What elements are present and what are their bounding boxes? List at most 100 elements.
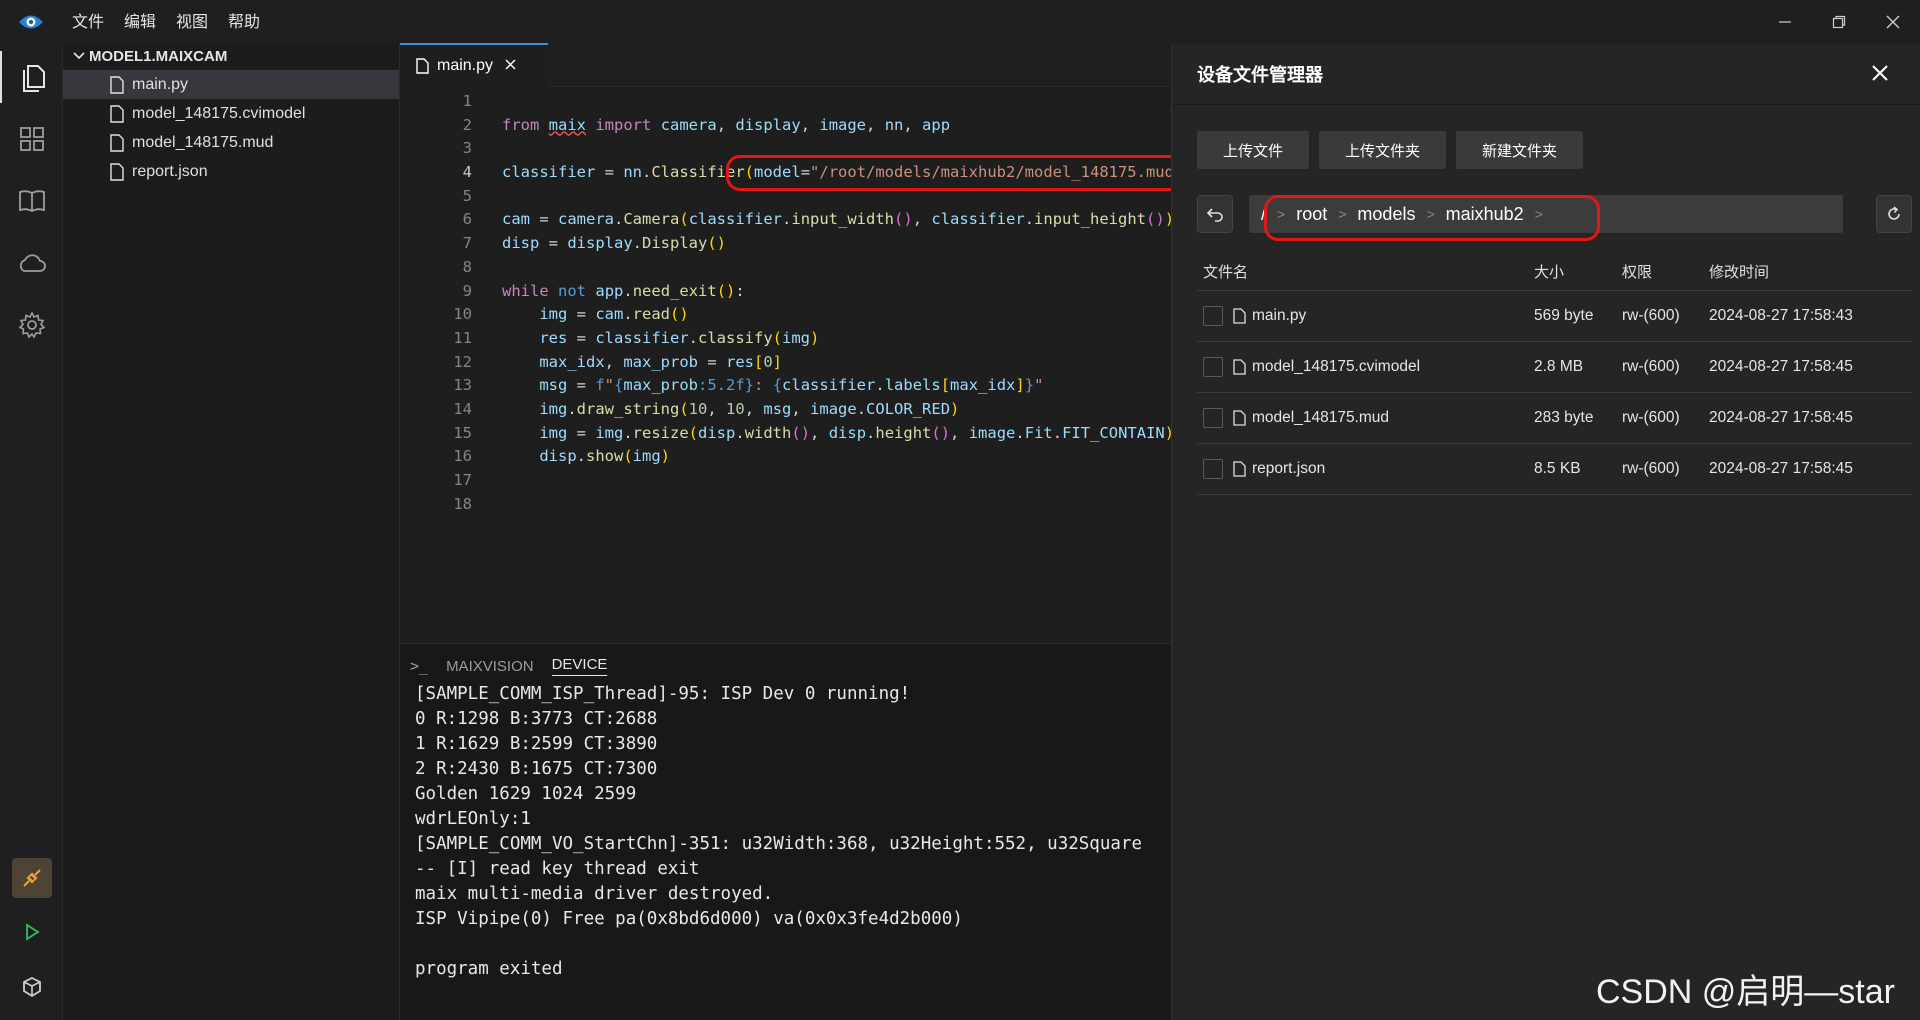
code-area[interactable]: 1 2 from maix import camera, display, ima… — [400, 87, 1171, 516]
title-bar: 文件 编辑 视图 帮助 — [0, 0, 1920, 43]
new-folder-button[interactable]: 新建文件夹 — [1456, 131, 1584, 169]
code-text: msg = f"{max_prob:5.2f}: {classifier.lab… — [539, 376, 1044, 395]
plug-connected-icon — [11, 858, 52, 898]
cloud-icon[interactable] — [0, 237, 63, 289]
file-icon — [1233, 410, 1246, 426]
book-icon[interactable] — [0, 175, 63, 227]
output-line: maix multi-media driver destroyed. — [415, 884, 774, 904]
refresh-icon[interactable] — [1876, 195, 1912, 233]
code-text: from maix import camera, display, image,… — [502, 115, 951, 134]
path-navigation: / > root > models > maixhub2 > — [1197, 195, 1912, 233]
column-name[interactable]: 文件名 — [1197, 261, 1534, 282]
tab-label: main.py — [437, 57, 494, 74]
code-text: disp.show(img) — [539, 447, 671, 466]
line-number: 13 — [453, 376, 472, 395]
close-tab-icon[interactable] — [505, 57, 516, 75]
column-modified[interactable]: 修改时间 — [1709, 261, 1909, 282]
path-segment[interactable]: maixhub2 — [1446, 204, 1524, 225]
row-modified: 2024-08-27 17:58:43 — [1709, 307, 1853, 324]
column-permission[interactable]: 权限 — [1622, 261, 1709, 282]
gear-icon[interactable] — [0, 299, 63, 351]
row-checkbox[interactable] — [1203, 357, 1223, 377]
file-icon — [110, 104, 124, 123]
terminal-icon: >_ — [410, 657, 429, 675]
workspace-folder-header[interactable]: MODEL1.MAIXCAM — [63, 43, 399, 70]
table-row[interactable]: model_148175.mud 283 byte rw-(600) 2024-… — [1197, 393, 1912, 444]
workspace-folder-name: MODEL1.MAIXCAM — [89, 48, 228, 65]
package-icon[interactable] — [0, 961, 63, 1013]
row-permission: rw-(600) — [1622, 460, 1680, 477]
code-line: 4 classifier = nn.Classifier(model="/root… — [400, 161, 1171, 185]
minimize-icon[interactable] — [1758, 0, 1812, 43]
path-root[interactable]: / — [1261, 204, 1266, 225]
tab-device[interactable]: DEVICE — [551, 656, 608, 676]
tab-main-py[interactable]: main.py — [400, 43, 548, 87]
explorer-file-item[interactable]: model_148175.cvimodel — [63, 99, 399, 128]
restore-icon[interactable] — [1812, 0, 1866, 43]
chevron-right-icon: > — [1338, 206, 1347, 222]
close-window-icon[interactable] — [1866, 0, 1920, 43]
line-number: 8 — [462, 257, 472, 276]
file-icon — [1233, 359, 1246, 375]
path-breadcrumb[interactable]: / > root > models > maixhub2 > — [1249, 195, 1843, 233]
code-text: res = classifier.classify(img) — [539, 328, 820, 347]
line-number: 6 — [462, 210, 472, 229]
upload-folder-button[interactable]: 上传文件夹 — [1319, 131, 1447, 169]
menu-help[interactable]: 帮助 — [218, 0, 270, 43]
code-line: 17 — [400, 469, 1171, 493]
path-segment[interactable]: root — [1296, 204, 1327, 225]
code-line: 13 msg = f"{max_prob:5.2f}: {classifier.… — [400, 374, 1171, 398]
menu-edit[interactable]: 编辑 — [114, 0, 166, 43]
row-file-name: model_148175.mud — [1252, 409, 1390, 426]
code-line: 14 img.draw_string(10, 10, msg, image.CO… — [400, 398, 1171, 422]
file-name: model_148175.cvimodel — [132, 104, 306, 122]
line-number: 5 — [462, 186, 472, 205]
table-row[interactable]: report.json 8.5 KB rw-(600) 2024-08-27 1… — [1197, 444, 1912, 495]
line-number: 3 — [462, 139, 472, 158]
line-number: 16 — [453, 447, 472, 466]
explorer-file-item[interactable]: model_148175.mud — [63, 128, 399, 157]
back-icon[interactable] — [1197, 195, 1233, 233]
upload-file-button[interactable]: 上传文件 — [1197, 131, 1310, 169]
code-text: while not app.need_exit(): — [502, 281, 745, 300]
tab-maixvision[interactable]: MAIXVISION — [446, 658, 534, 675]
line-number: 10 — [453, 305, 472, 324]
table-row[interactable]: model_148175.cvimodel 2.8 MB rw-(600) 20… — [1197, 342, 1912, 393]
code-line: 12 max_idx, max_prob = res[0] — [400, 351, 1171, 375]
path-segment[interactable]: models — [1357, 204, 1415, 225]
menu-file[interactable]: 文件 — [62, 0, 114, 43]
code-line: 3 — [400, 137, 1171, 161]
table-row[interactable]: main.py 569 byte rw-(600) 2024-08-27 17:… — [1197, 291, 1912, 342]
code-line: 11 res = classifier.classify(img) — [400, 327, 1171, 351]
output-line: 0 R:1298 B:3773 CT:2688 — [415, 709, 658, 729]
explorer-files-icon[interactable] — [0, 51, 63, 103]
chevron-right-icon: > — [1277, 206, 1286, 222]
window-controls — [1758, 0, 1920, 43]
device-connection-button[interactable] — [0, 852, 63, 904]
close-icon[interactable] — [1868, 61, 1892, 85]
menu-view[interactable]: 视图 — [166, 0, 218, 43]
file-name: model_148175.mud — [132, 133, 274, 151]
row-checkbox[interactable] — [1203, 408, 1223, 428]
line-number: 2 — [462, 115, 472, 134]
file-icon — [110, 133, 124, 152]
code-line: 5 — [400, 185, 1171, 209]
column-size[interactable]: 大小 — [1534, 261, 1622, 282]
explorer-file-item[interactable]: main.py — [63, 70, 399, 99]
row-size: 569 byte — [1534, 307, 1594, 324]
output-line: 2 R:2430 B:1675 CT:7300 — [415, 759, 658, 779]
explorer-file-item[interactable]: report.json — [63, 157, 399, 186]
line-number: 9 — [462, 281, 472, 300]
row-checkbox[interactable] — [1203, 459, 1223, 479]
code-line: 1 — [400, 90, 1171, 114]
file-icon — [1233, 308, 1246, 324]
row-checkbox[interactable] — [1203, 306, 1223, 326]
code-line: 8 — [400, 256, 1171, 280]
chevron-down-icon — [73, 50, 85, 64]
run-icon[interactable] — [0, 906, 63, 958]
file-manager-title: 设备文件管理器 — [1172, 43, 1920, 105]
grid-apps-icon[interactable] — [0, 113, 63, 165]
file-table: 文件名 大小 权限 修改时间 main.py 569 byte rw-(600)… — [1197, 253, 1912, 495]
code-text: img = cam.read() — [539, 305, 689, 324]
